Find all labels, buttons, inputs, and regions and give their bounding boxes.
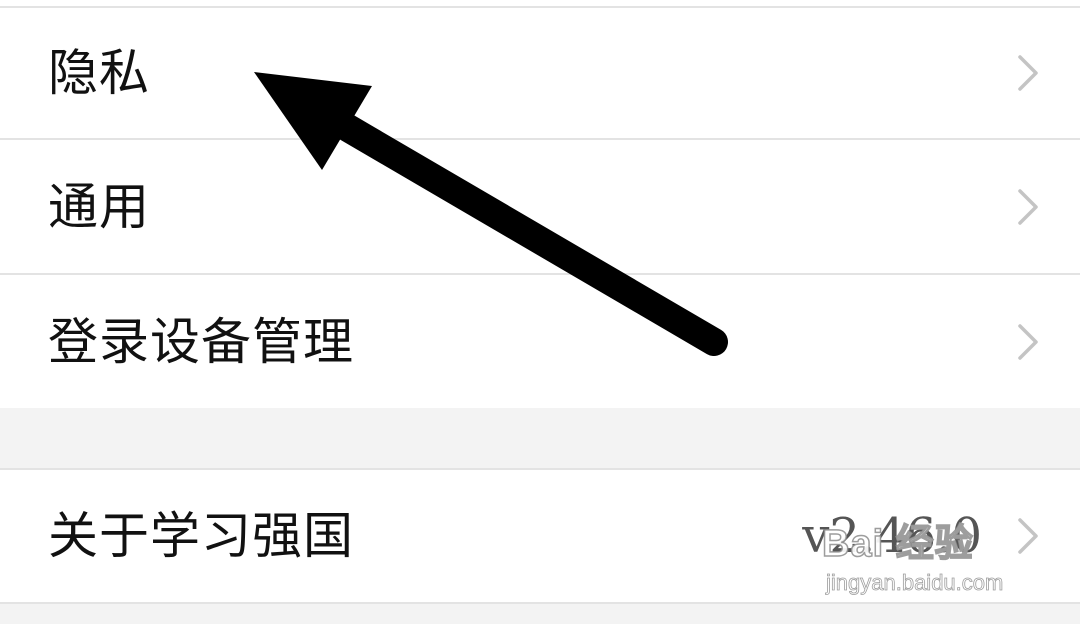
settings-item-label: 登录设备管理 xyxy=(48,312,354,371)
chevron-right-icon xyxy=(1016,187,1040,227)
settings-item-device-management[interactable]: 登录设备管理 xyxy=(0,275,1080,408)
chevron-right-icon xyxy=(1016,53,1040,93)
settings-item-label: 通用 xyxy=(48,177,150,236)
settings-item-general[interactable]: 通用 xyxy=(0,140,1080,275)
top-divider xyxy=(0,0,1080,8)
section-gap xyxy=(0,408,1080,470)
section-gap xyxy=(0,604,1080,624)
chevron-right-icon xyxy=(1016,322,1040,362)
settings-item-label: 隐私 xyxy=(48,44,150,102)
settings-page: 隐私 通用 登录设备管理 关于学习强国 v2.46.0 Bai 经验 jingy… xyxy=(0,0,1080,624)
settings-item-label: 关于学习强国 xyxy=(48,507,354,565)
settings-item-about[interactable]: 关于学习强国 v2.46.0 xyxy=(0,470,1080,604)
app-version-value: v2.46.0 xyxy=(802,508,982,564)
chevron-right-icon xyxy=(1016,516,1040,556)
settings-item-privacy[interactable]: 隐私 xyxy=(0,8,1080,140)
